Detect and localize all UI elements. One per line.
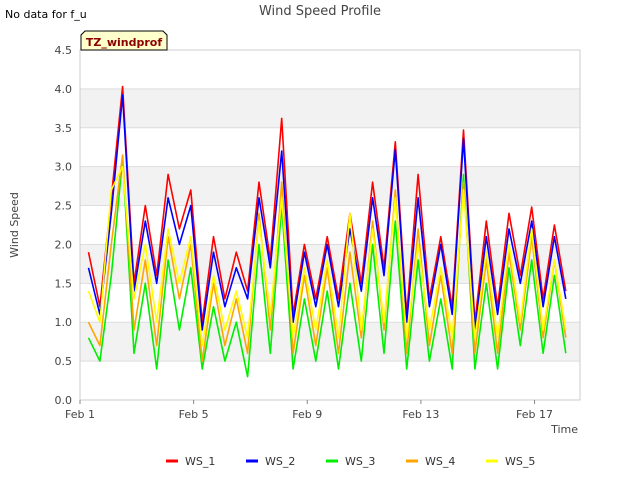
chart-figure: No data for f_u Wind Speed Profile 0.0 0.… xyxy=(0,0,640,480)
plot-background-bands xyxy=(80,88,580,362)
y-tick-label: 2.5 xyxy=(55,200,73,213)
chart-title: Wind Speed Profile xyxy=(259,4,381,19)
no-data-note: No data for f_u xyxy=(5,8,87,21)
site-badge-label: TZ_windprof xyxy=(86,36,162,49)
legend-label: WS_1 xyxy=(185,455,215,468)
y-tick-label: 1.5 xyxy=(55,277,73,290)
legend-label: WS_5 xyxy=(505,455,535,468)
x-tick-label: Feb 13 xyxy=(402,408,439,421)
y-tick-label: 1.0 xyxy=(55,316,73,329)
x-tick-label: Feb 1 xyxy=(65,408,95,421)
y-tick-label: 3.5 xyxy=(55,122,73,135)
legend: WS_1 WS_2 WS_3 WS_4 WS_5 xyxy=(166,455,535,468)
background-band xyxy=(80,166,580,206)
x-tick-label: Feb 17 xyxy=(516,408,553,421)
background-band xyxy=(80,88,580,128)
y-tick-label: 2.0 xyxy=(55,238,73,251)
legend-label: WS_3 xyxy=(345,455,375,468)
x-tick-label: Feb 5 xyxy=(179,408,209,421)
site-badge: TZ_windprof xyxy=(80,30,168,51)
x-axis-label: Time xyxy=(550,423,578,436)
legend-label: WS_4 xyxy=(425,455,455,468)
x-axis-ticks: Feb 1 Feb 5 Feb 9 Feb 13 Feb 17 xyxy=(65,400,553,421)
y-tick-label: 0.5 xyxy=(55,355,73,368)
y-axis-label: Wind Speed xyxy=(8,192,21,258)
y-tick-label: 4.5 xyxy=(55,44,73,57)
y-tick-label: 3.0 xyxy=(55,161,73,174)
y-axis-ticks: 0.0 0.5 1.0 1.5 2.0 2.5 3.0 3.5 4.0 4.5 xyxy=(55,44,73,407)
x-tick-label: Feb 9 xyxy=(292,408,322,421)
wind-speed-chart: No data for f_u Wind Speed Profile 0.00.… xyxy=(5,4,581,468)
legend-label: WS_2 xyxy=(265,455,295,468)
y-tick-label: 0.0 xyxy=(55,394,73,407)
y-tick-label: 4.0 xyxy=(55,83,73,96)
